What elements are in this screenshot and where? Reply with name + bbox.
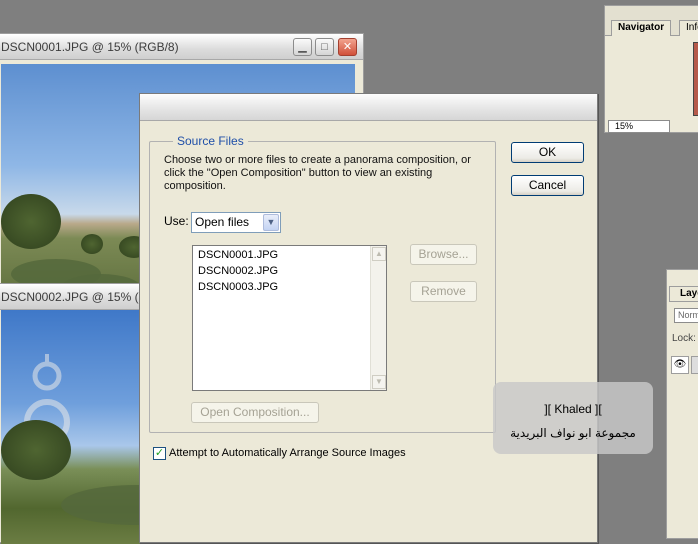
description-text: Choose two or more files to create a pan…	[164, 154, 471, 192]
auto-arrange-label[interactable]: Attempt to Automatically Arrange Source …	[169, 447, 406, 459]
remove-button[interactable]: Remove	[410, 281, 477, 302]
panel-tabs: Navigator Info	[605, 6, 698, 36]
close-button[interactable]: ✕	[338, 38, 357, 56]
lock-label: Lock:	[672, 333, 696, 344]
tab-layers[interactable]: Layers	[669, 286, 698, 302]
scroll-down-icon[interactable]: ▼	[372, 375, 386, 389]
list-item[interactable]: DSCN0001.JPG	[198, 249, 278, 261]
group-title: Source Files	[173, 134, 248, 148]
navigator-preview[interactable]	[693, 42, 698, 116]
list-item[interactable]: DSCN0003.JPG	[198, 281, 278, 293]
chevron-down-icon[interactable]: ▼	[263, 214, 279, 231]
open-composition-button[interactable]: Open Composition...	[191, 402, 319, 423]
auto-arrange-checkbox[interactable]: ✓	[153, 447, 166, 460]
tab-navigator[interactable]: Navigator	[611, 20, 672, 36]
maximize-button[interactable]: □	[315, 38, 334, 56]
use-select[interactable]: Open files ▼	[191, 212, 281, 233]
ok-button[interactable]: OK	[511, 142, 584, 163]
layers-panel[interactable]: Layers Normal Lock: 👁	[666, 269, 698, 539]
layer-thumbnail[interactable]	[691, 356, 698, 374]
use-label: Use:	[164, 214, 189, 228]
zoom-field[interactable]: 15%	[608, 120, 670, 133]
window-title: DSCN0001.JPG @ 15% (RGB/8)	[1, 40, 179, 54]
tree-shape	[1, 420, 71, 480]
list-scrollbar[interactable]: ▲ ▼	[370, 246, 386, 390]
signature-group: مجموعة ابو نواف البريدية	[510, 426, 636, 440]
eye-icon[interactable]: 👁	[671, 356, 689, 374]
browse-button[interactable]: Browse...	[410, 244, 477, 265]
dialog-titlebar[interactable]	[140, 94, 597, 121]
scroll-up-icon[interactable]: ▲	[372, 247, 386, 261]
signature-name: ][ Khaled ][	[544, 402, 602, 416]
navigator-panel[interactable]: Navigator Info 15%	[604, 5, 698, 133]
tree-shape	[1, 194, 61, 249]
window-titlebar[interactable]: DSCN0001.JPG @ 15% (RGB/8) ▁ □ ✕	[0, 34, 363, 60]
blend-mode-select[interactable]: Normal	[674, 308, 698, 323]
use-select-value: Open files	[195, 215, 250, 229]
signature-overlay: ][ Khaled ][ مجموعة ابو نواف البريدية	[493, 382, 653, 454]
cancel-button[interactable]: Cancel	[511, 175, 584, 196]
photomerge-dialog[interactable]: Source Files Choose two or more files to…	[139, 93, 598, 543]
source-file-list[interactable]: DSCN0001.JPG DSCN0002.JPG DSCN0003.JPG ▲…	[192, 245, 387, 391]
list-item[interactable]: DSCN0002.JPG	[198, 265, 278, 277]
tree-shape	[81, 234, 103, 254]
tab-info[interactable]: Info	[679, 20, 698, 36]
minimize-button[interactable]: ▁	[293, 38, 312, 56]
